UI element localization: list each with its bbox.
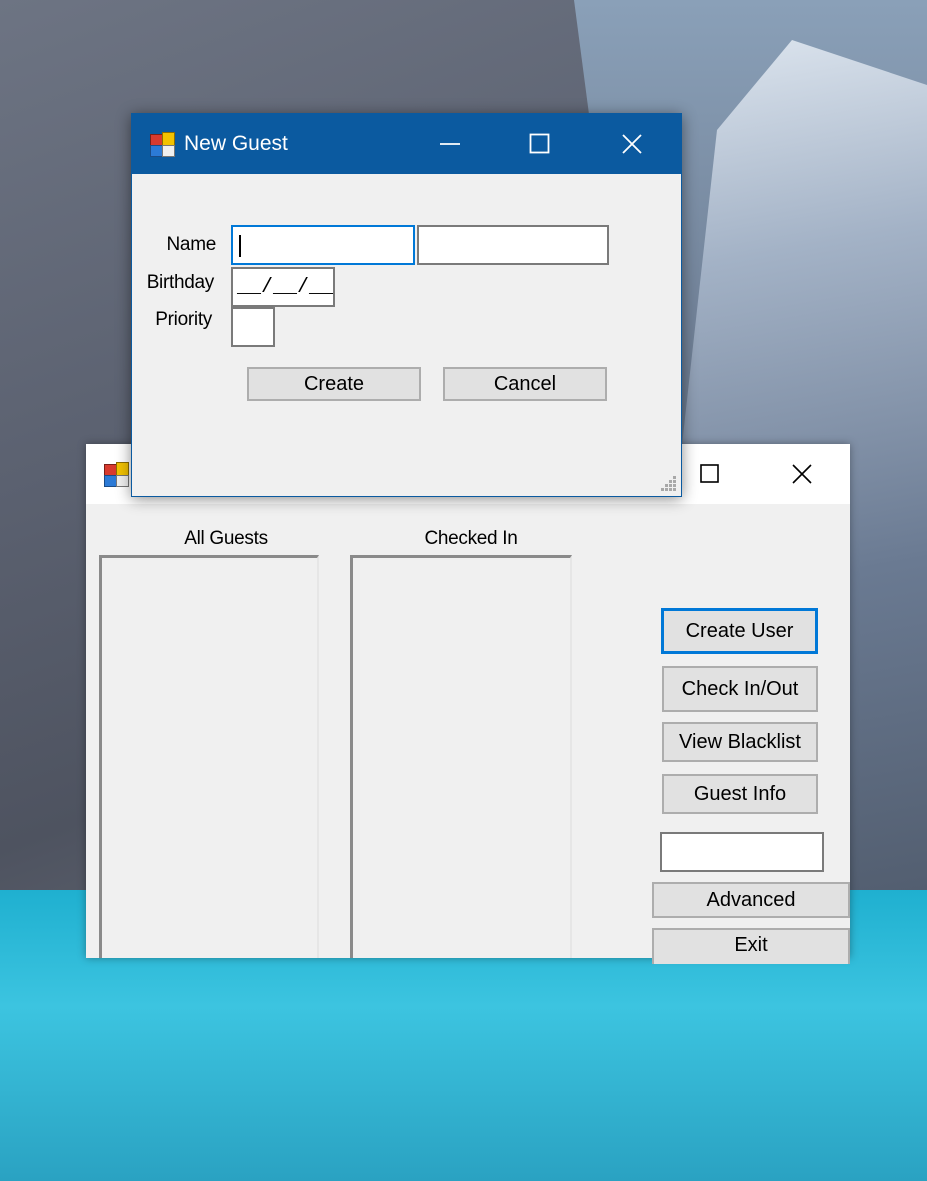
view-blacklist-button[interactable]: View Blacklist [662, 722, 818, 762]
desktop-background: All Guests Checked In Create User Check … [0, 0, 927, 1181]
birthday-masked-input[interactable]: __/__/__ [231, 267, 335, 307]
app-form-icon [150, 132, 175, 157]
dialog-title: New Guest [184, 132, 288, 155]
resize-grip-icon[interactable] [661, 476, 677, 492]
all-guests-listbox[interactable] [99, 555, 319, 958]
maximize-icon [700, 464, 719, 483]
create-button[interactable]: Create [247, 367, 421, 401]
maximize-icon [529, 133, 550, 154]
main-close-button[interactable] [756, 444, 848, 504]
text-caret [239, 235, 241, 257]
priority-label: Priority [155, 309, 212, 330]
main-text-input[interactable] [660, 832, 824, 872]
dialog-titlebar[interactable]: New Guest [132, 114, 681, 174]
close-icon [792, 464, 812, 484]
check-in-out-button[interactable]: Check In/Out [662, 666, 818, 712]
cancel-button[interactable]: Cancel [443, 367, 607, 401]
advanced-button[interactable]: Advanced [652, 882, 850, 918]
guest-info-button[interactable]: Guest Info [662, 774, 818, 814]
create-user-button[interactable]: Create User [661, 608, 818, 654]
name-label: Name [166, 234, 217, 255]
dialog-maximize-button[interactable] [494, 114, 586, 174]
app-form-icon [104, 462, 129, 487]
checked-in-listbox[interactable] [350, 555, 572, 958]
priority-input[interactable] [231, 307, 275, 347]
all-guests-label: All Guests [184, 528, 268, 549]
close-icon [622, 134, 642, 154]
dialog-minimize-button[interactable] [404, 114, 496, 174]
new-guest-dialog: New Guest Name Birthday Priority __/__/_… [131, 113, 682, 497]
birthday-mask: __/__/__ [237, 275, 334, 299]
dialog-close-button[interactable] [586, 114, 678, 174]
minimize-icon [440, 143, 460, 145]
exit-button[interactable]: Exit [652, 928, 850, 964]
last-name-input[interactable] [417, 225, 609, 265]
first-name-input[interactable] [231, 225, 415, 265]
birthday-label: Birthday [146, 272, 215, 293]
main-window: All Guests Checked In Create User Check … [86, 444, 850, 964]
checked-in-label: Checked In [424, 528, 518, 549]
